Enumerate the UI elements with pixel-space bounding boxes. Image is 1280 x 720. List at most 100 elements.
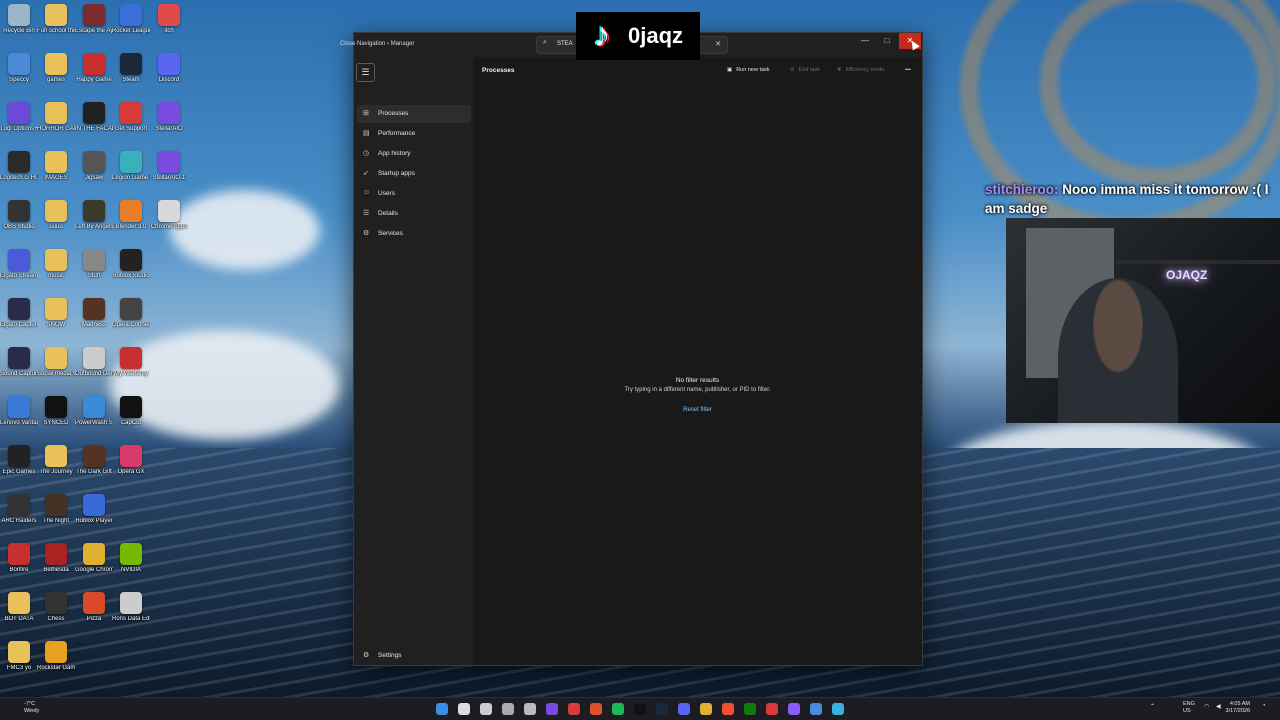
desktop-icon[interactable]: Logi Options+ xyxy=(0,102,38,133)
clear-search-icon[interactable]: ✕ xyxy=(715,40,721,48)
desktop-icon[interactable]: uuuu xyxy=(37,200,75,231)
task-view-icon[interactable] xyxy=(480,703,492,715)
desktop-icon[interactable]: music xyxy=(37,249,75,280)
run-new-task-button[interactable]: ▣ Run new task xyxy=(727,67,770,73)
desktop-icon[interactable]: StellarAIO xyxy=(150,102,188,133)
desktop-icon[interactable]: HORROR GAMES xyxy=(37,102,75,133)
nav-performance[interactable]: ▤ Performance xyxy=(357,125,471,143)
nav-settings[interactable]: ⚙ Settings xyxy=(357,647,471,665)
desktop-icon[interactable]: Bonfire xyxy=(0,543,38,574)
nav-services[interactable]: ⚙ Services xyxy=(357,225,471,243)
desktop-icon[interactable]: Left By Angels xyxy=(75,200,113,231)
weather-widget[interactable]: -7°C Windy xyxy=(24,701,39,715)
desktop-icon[interactable]: The Night xyxy=(37,494,75,525)
desktop-icon[interactable]: itch xyxy=(150,4,188,35)
tray-chevron-icon[interactable]: ⌃ xyxy=(1150,703,1155,710)
desktop-icon[interactable]: Outbound Demo xyxy=(75,347,113,378)
desktop-icon[interactable]: Logitech G HUB xyxy=(0,151,38,182)
desktop-icon[interactable]: Bethesda xyxy=(37,543,75,574)
desktop-icon[interactable]: IN THE FACADE xyxy=(75,102,113,133)
opera-icon[interactable] xyxy=(568,703,580,715)
settings-icon[interactable] xyxy=(524,703,536,715)
grid-icon[interactable] xyxy=(788,703,800,715)
desktop-icon[interactable]: StellarAIO-1 xyxy=(150,151,188,182)
desktop-icon[interactable]: Happy Game xyxy=(75,53,113,84)
clock[interactable]: 4:05 AM 3/17/2026 xyxy=(1226,701,1250,715)
maximize-button[interactable]: □ xyxy=(876,33,898,49)
display-icon[interactable] xyxy=(810,703,822,715)
desktop-icon[interactable]: Social media stuff xyxy=(37,347,75,378)
desktop-icon[interactable]: games xyxy=(37,53,75,84)
desktop-icon[interactable]: Chess xyxy=(37,592,75,623)
desktop-icon[interactable]: Blender 3.0 xyxy=(112,200,150,231)
nav-users[interactable]: ☺ Users xyxy=(357,185,471,203)
spotify-icon[interactable] xyxy=(612,703,624,715)
widgets-icon[interactable] xyxy=(502,703,514,715)
desktop-icon[interactable]: Fun school things xyxy=(37,4,75,35)
nav-processes[interactable]: ⊞ Processes xyxy=(357,105,471,123)
hamburger-menu-icon[interactable]: ☰ xyxy=(356,63,375,82)
desktop-icon[interactable]: IMAGES xyxy=(37,151,75,182)
desktop-icon[interactable]: Rocket League xyxy=(112,4,150,35)
desktop-icon[interactable]: Discord xyxy=(150,53,188,84)
desktop-icon[interactable]: Chrome Apps xyxy=(150,200,188,231)
nav-details[interactable]: ☰ Details xyxy=(357,205,471,223)
stellar-icon[interactable] xyxy=(546,703,558,715)
nav-startup-apps[interactable]: ➶ Startup apps xyxy=(357,165,471,183)
desktop-icon[interactable]: BOT DATA xyxy=(0,592,38,623)
efficiency-mode-button[interactable]: ❦ Efficiency mode xyxy=(837,67,884,73)
desktop-icon[interactable]: Jigsaw xyxy=(75,151,113,182)
desktop-icon[interactable]: Roblox Player xyxy=(75,494,113,525)
desktop-icon[interactable]: Opera Connect xyxy=(112,298,150,329)
desktop-icon[interactable]: Legion Game Shop xyxy=(112,151,150,182)
desktop-icon[interactable]: Roblox Studio xyxy=(112,249,150,280)
tiktok-icon[interactable] xyxy=(634,703,646,715)
desktop-icon[interactable]: Steam xyxy=(112,53,150,84)
desktop-icon[interactable]: Lenovo Vantage xyxy=(0,396,38,427)
roblox-icon[interactable] xyxy=(766,703,778,715)
desktop-icon[interactable]: Recycle Bin xyxy=(0,4,38,35)
start-icon[interactable] xyxy=(436,703,448,715)
wifi-icon[interactable]: ◠ xyxy=(1204,703,1209,710)
more-options-button[interactable]: ••• xyxy=(905,67,911,73)
desktop-icon[interactable]: NVIDIA xyxy=(112,543,150,574)
nav-app-history[interactable]: ◷ App history xyxy=(357,145,471,163)
desktop-icon[interactable]: The Journey xyxy=(37,445,75,476)
desktop-icon[interactable]: CapCut xyxy=(112,396,150,427)
search-icon[interactable] xyxy=(458,703,470,715)
desktop-icon[interactable]: Stuff xyxy=(75,249,113,280)
desktop-icon[interactable]: ARC Raiders xyxy=(0,494,38,525)
discord-icon[interactable] xyxy=(678,703,690,715)
desktop-icon[interactable]: SYNCED xyxy=(37,396,75,427)
steam-icon[interactable] xyxy=(656,703,668,715)
brave-icon[interactable] xyxy=(590,703,602,715)
desktop-icon[interactable]: Sound Capture xyxy=(0,347,38,378)
desktop-icon[interactable]: Pizza xyxy=(75,592,113,623)
desktop-icon[interactable]: OBS Studio xyxy=(0,200,38,231)
desktop-icon[interactable]: Speccy xyxy=(0,53,38,84)
desktop-icon[interactable]: Madness xyxy=(75,298,113,329)
desktop-icon[interactable]: FMC3 yo xyxy=(0,641,38,672)
task-manager-icon[interactable] xyxy=(832,703,844,715)
desktop-icon[interactable]: The Dark Gift xyxy=(75,445,113,476)
desktop-icon[interactable]: SNOW xyxy=(37,298,75,329)
minimize-button[interactable]: — xyxy=(854,33,876,49)
volume-icon[interactable]: ◀ xyxy=(1216,703,1221,710)
desktop-icon[interactable]: Opera GX xyxy=(112,445,150,476)
desktop-icon[interactable]: Google Chrome xyxy=(75,543,113,574)
chrome-icon[interactable] xyxy=(700,703,712,715)
xbox-icon[interactable] xyxy=(744,703,756,715)
desktop-icon[interactable]: Elgato Stream Deck xyxy=(0,249,38,280)
end-task-button[interactable]: ⊘ End task xyxy=(790,67,820,73)
notification-bell-icon[interactable]: ◔ xyxy=(1262,703,1266,709)
desktop-icon[interactable]: My Warranty xyxy=(112,347,150,378)
reset-filter-link[interactable]: Reset filter xyxy=(473,407,922,413)
desktop-icon[interactable]: Epic Games xyxy=(0,445,38,476)
lang-indicator[interactable]: ENG US xyxy=(1183,701,1195,715)
desktop-icon[interactable]: Get Support xyxy=(112,102,150,133)
desktop-icon[interactable]: Rons Data Edit xyxy=(112,592,150,623)
desktop-icon[interactable]: Rockstar Games xyxy=(37,641,75,672)
desktop-icon[interactable]: Elgato Capture xyxy=(0,298,38,329)
desktop-icon[interactable]: PowerWash Simulator xyxy=(75,396,113,427)
git-icon[interactable] xyxy=(722,703,734,715)
